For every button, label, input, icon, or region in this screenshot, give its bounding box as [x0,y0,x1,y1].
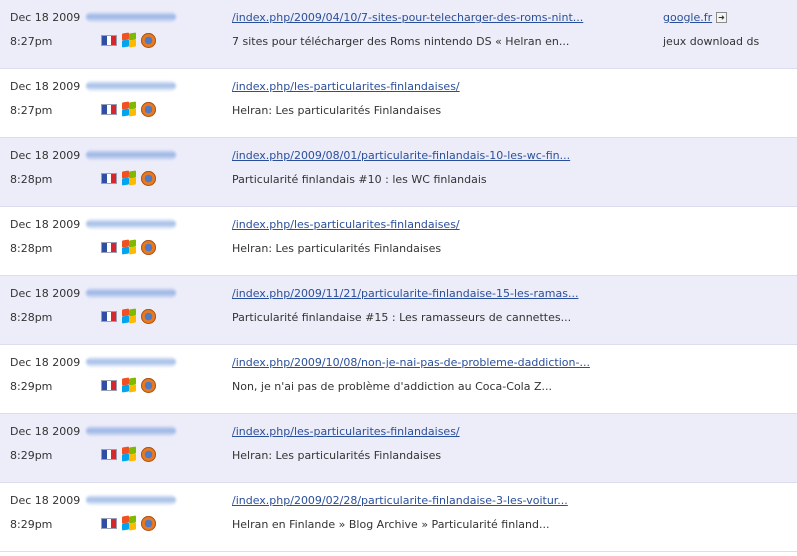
page-title-text: Helran en Finlande » Blog Archive » Part… [232,518,550,531]
external-link-icon[interactable]: ➜ [716,12,727,23]
windows-icon [121,515,137,531]
visitor-icons [101,170,156,186]
log-row: Dec 18 2009 8:28pm/index.php/les-particul… [0,207,797,276]
visited-page-link[interactable]: /index.php/les-particularites-finlandais… [232,218,460,231]
blurred-ip-address [86,219,176,229]
blurred-ip-address [86,288,176,298]
windows-icon [121,32,137,48]
visit-date: Dec 18 2009 [10,494,81,507]
france-flag-icon [101,103,117,115]
visit-time: 8:28pm [10,311,53,324]
firefox-icon [141,239,156,255]
windows-icon [121,101,137,117]
visitor-icons [101,377,156,393]
visitor-icons [101,101,156,117]
france-flag-icon [101,34,117,46]
visit-date: Dec 18 2009 [10,218,81,231]
search-keywords: jeux download ds [663,35,760,48]
france-flag-icon [101,448,117,460]
page-title-text: Helran: Les particularités Finlandaises [232,449,442,462]
blurred-ip-address [86,426,176,436]
blurred-ip-address [86,495,176,505]
visitor-icons [101,308,156,324]
visitor-icons [101,32,156,48]
visited-page-link[interactable]: /index.php/2009/02/28/particularite-finl… [232,494,568,507]
firefox-icon [141,32,156,48]
firefox-icon [141,446,156,462]
visitor-icons [101,239,156,255]
firefox-icon [141,101,156,117]
log-row: Dec 18 2009 8:27pm/index.php/les-particul… [0,69,797,138]
visit-date: Dec 18 2009 [10,149,81,162]
firefox-icon [141,377,156,393]
blurred-ip-address [86,12,176,22]
page-title-text: Helran: Les particularités Finlandaises [232,242,442,255]
visit-time: 8:28pm [10,242,53,255]
france-flag-icon [101,241,117,253]
visit-date: Dec 18 2009 [10,425,81,438]
log-row: Dec 18 2009 8:27pm/index.php/2009/04/10/7… [0,0,797,69]
visit-time: 8:28pm [10,173,53,186]
france-flag-icon [101,310,117,322]
visit-date: Dec 18 2009 [10,356,81,369]
visit-date: Dec 18 2009 [10,287,81,300]
windows-icon [121,170,137,186]
visited-page-link[interactable]: /index.php/2009/11/21/particularite-finl… [232,287,578,300]
france-flag-icon [101,172,117,184]
visitor-icons [101,515,156,531]
visitor-log: Dec 18 2009 8:27pm/index.php/2009/04/10/7… [0,0,797,552]
visit-time: 8:29pm [10,380,53,393]
page-title-text: Particularité finlandaise #15 : Les rama… [232,311,572,324]
log-row: Dec 18 2009 8:28pm/index.php/2009/08/01/p… [0,138,797,207]
firefox-icon [141,515,156,531]
windows-icon [121,308,137,324]
visited-page-link[interactable]: /index.php/les-particularites-finlandais… [232,80,460,93]
page-title-text: Particularité finlandais #10 : les WC fi… [232,173,487,186]
visited-page-link[interactable]: /index.php/2009/04/10/7-sites-pour-telec… [232,11,583,24]
windows-icon [121,446,137,462]
windows-icon [121,377,137,393]
blurred-ip-address [86,357,176,367]
referrer-link[interactable]: google.fr [663,11,712,24]
blurred-ip-address [86,150,176,160]
france-flag-icon [101,379,117,391]
visit-date: Dec 18 2009 [10,11,81,24]
firefox-icon [141,308,156,324]
page-title-text: 7 sites pour télécharger des Roms ninten… [232,35,570,48]
page-title-text: Non, je n'ai pas de problème d'addiction… [232,380,552,393]
visited-page-link[interactable]: /index.php/2009/10/08/non-je-nai-pas-de-… [232,356,590,369]
visit-time: 8:29pm [10,518,53,531]
windows-icon [121,239,137,255]
visitor-icons [101,446,156,462]
blurred-ip-address [86,81,176,91]
log-row: Dec 18 2009 8:29pm/index.php/les-particul… [0,414,797,483]
firefox-icon [141,170,156,186]
visit-date: Dec 18 2009 [10,80,81,93]
log-row: Dec 18 2009 8:28pm/index.php/2009/11/21/p… [0,276,797,345]
visited-page-link[interactable]: /index.php/les-particularites-finlandais… [232,425,460,438]
log-row: Dec 18 2009 8:29pm/index.php/2009/10/08/n… [0,345,797,414]
visit-time: 8:27pm [10,104,53,117]
log-row: Dec 18 2009 8:29pm/index.php/2009/02/28/p… [0,483,797,552]
visit-time: 8:27pm [10,35,53,48]
visit-time: 8:29pm [10,449,53,462]
visited-page-link[interactable]: /index.php/2009/08/01/particularite-finl… [232,149,570,162]
page-title-text: Helran: Les particularités Finlandaises [232,104,442,117]
france-flag-icon [101,517,117,529]
